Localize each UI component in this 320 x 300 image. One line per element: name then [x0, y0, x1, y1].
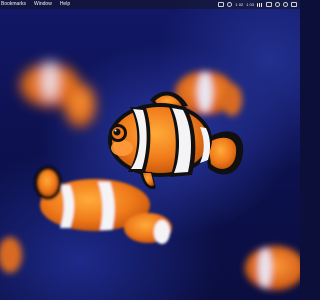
- wifi-icon[interactable]: [275, 2, 280, 7]
- battery-icon[interactable]: [266, 2, 272, 7]
- background-fish-bottom-right: [0, 237, 300, 290]
- status-text-2: 1 03: [246, 2, 254, 7]
- menu-window[interactable]: Window: [30, 0, 56, 9]
- status-text-1: 1 02: [235, 2, 244, 7]
- desktop: Bookmarks Window Help 1 02 1 03: [0, 0, 300, 300]
- status-area: 1 02 1 03: [218, 0, 300, 9]
- audio-icon[interactable]: [227, 2, 233, 7]
- wallpaper-scene: [0, 60, 300, 290]
- display-icon[interactable]: [257, 2, 263, 7]
- background-fish-top-left: [20, 60, 96, 127]
- menu-bar: Bookmarks Window Help 1 02 1 03: [0, 0, 300, 9]
- screen-mirror-icon[interactable]: [218, 2, 225, 7]
- menu-bookmarks[interactable]: Bookmarks: [0, 0, 30, 9]
- search-icon[interactable]: [283, 2, 288, 7]
- menu-help[interactable]: Help: [56, 0, 74, 9]
- control-center-icon[interactable]: [291, 2, 297, 7]
